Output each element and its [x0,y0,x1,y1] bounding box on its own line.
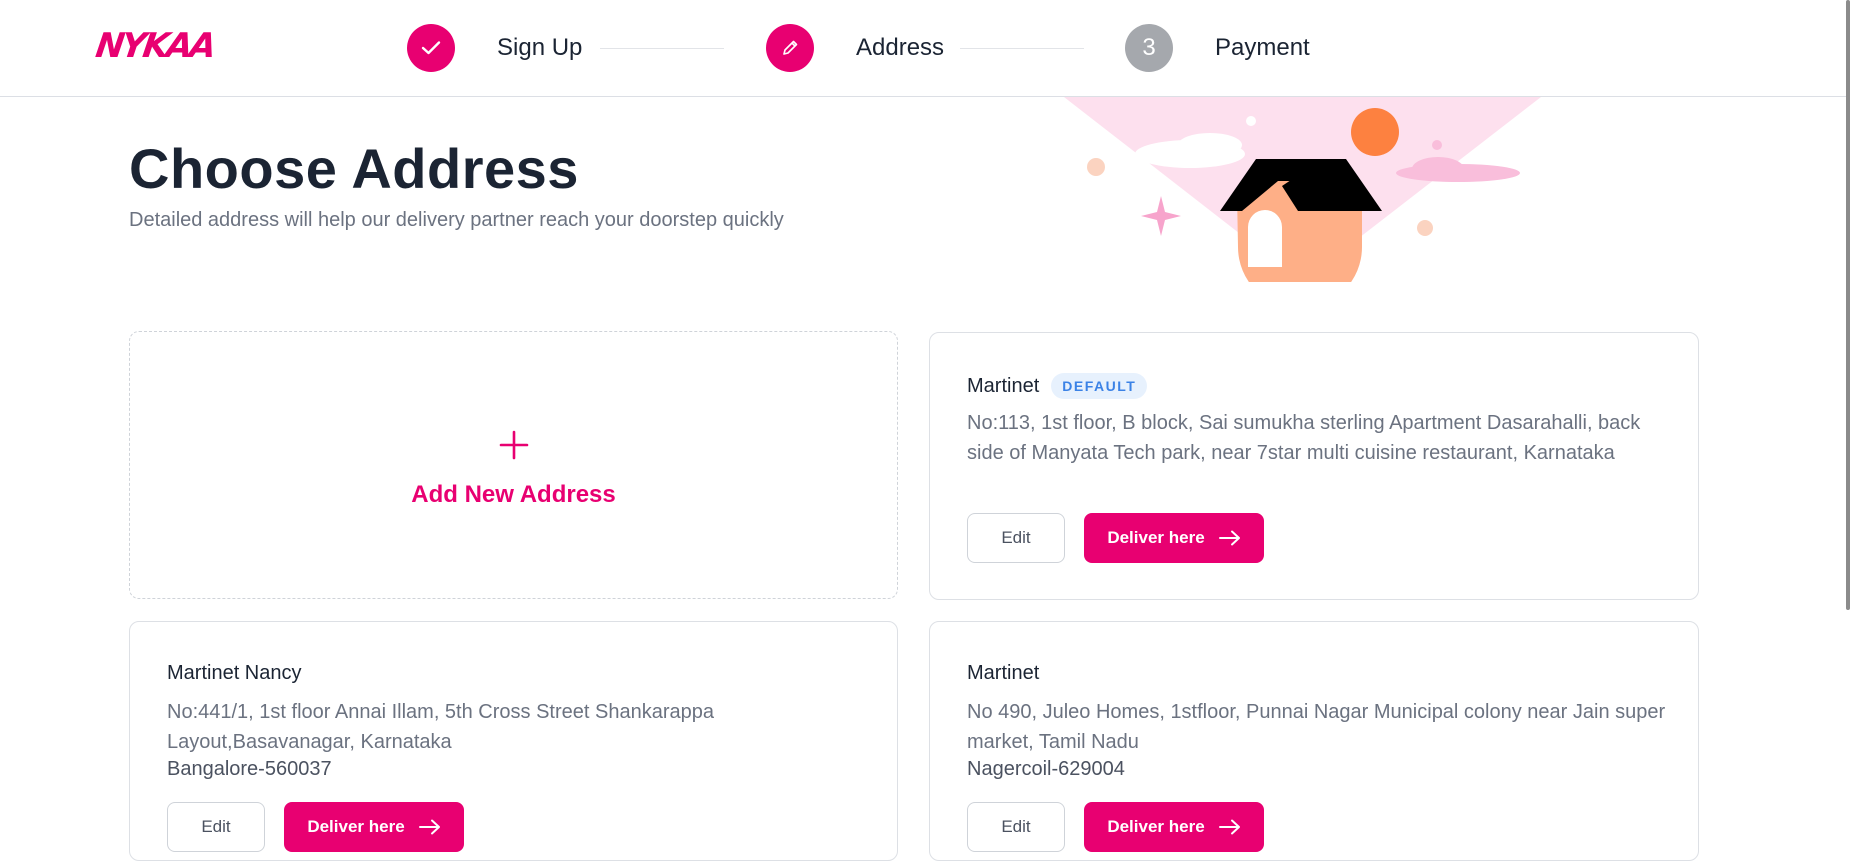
address-name: Martinet [967,374,1040,397]
nykaa-logo[interactable]: NYKAA [93,26,216,66]
address-city: Nagercoil-629004 [967,758,1125,780]
step-number-badge: 3 [1125,24,1173,72]
address-card: Martinet No 490, Juleo Homes, 1stfloor, … [929,621,1699,861]
address-name: Martinet Nancy [167,662,302,684]
step-sign-up: Sign Up [407,24,582,72]
step-connector [600,48,724,49]
address-name-row: Martinet [967,662,1039,685]
address-text: No:441/1, 1st floor Annai Illam, 5th Cro… [167,701,714,753]
address-card: Martinet DEFAULT No:113, 1st floor, B bl… [929,332,1699,600]
page-title: Choose Address [129,137,579,200]
deliver-here-label: Deliver here [1107,817,1205,836]
address-card: Martinet Nancy No:441/1, 1st floor Annai… [129,621,898,861]
arrow-right-icon [418,819,440,835]
scrollbar-thumb[interactable] [1846,0,1850,610]
pencil-icon [766,24,814,72]
plus-icon [499,421,529,469]
header: NYKAA Sign Up Address 3 Payment [0,0,1846,97]
address-name-row: Martinet Nancy [167,662,302,685]
arrow-right-icon [1218,530,1240,546]
check-icon [407,24,455,72]
address-city: Bangalore-560037 [167,758,332,780]
step-label-payment: Payment [1215,34,1310,61]
page-subtitle: Detailed address will help our delivery … [129,209,784,231]
edit-button[interactable]: Edit [167,802,265,852]
step-address: Address [766,24,944,72]
deliver-here-button[interactable]: Deliver here [1084,802,1264,852]
address-text: No:113, 1st floor, B block, Sai sumukha … [967,412,1641,464]
step-label-address: Address [856,34,945,61]
deliver-here-label: Deliver here [1107,528,1205,547]
address-name: Martinet [967,662,1040,684]
address-text: No 490, Juleo Homes, 1stfloor, Punnai Na… [967,701,1666,753]
address-name-row: Martinet DEFAULT [967,373,1148,399]
step-connector [960,48,1084,49]
house-illustration [1064,97,1541,282]
deliver-here-button[interactable]: Deliver here [284,802,464,852]
step-label-sign-up: Sign Up [497,34,583,61]
arrow-right-icon [1218,819,1240,835]
deliver-here-button[interactable]: Deliver here [1084,513,1264,563]
scrollbar[interactable] [1846,0,1850,837]
default-badge: DEFAULT [1051,373,1148,399]
edit-button[interactable]: Edit [967,513,1065,563]
add-new-address-card[interactable]: Add New Address [129,331,898,599]
add-new-address-label: Add New Address [411,481,616,508]
step-payment: 3 Payment [1125,24,1310,72]
edit-button[interactable]: Edit [967,802,1065,852]
deliver-here-label: Deliver here [307,817,405,836]
